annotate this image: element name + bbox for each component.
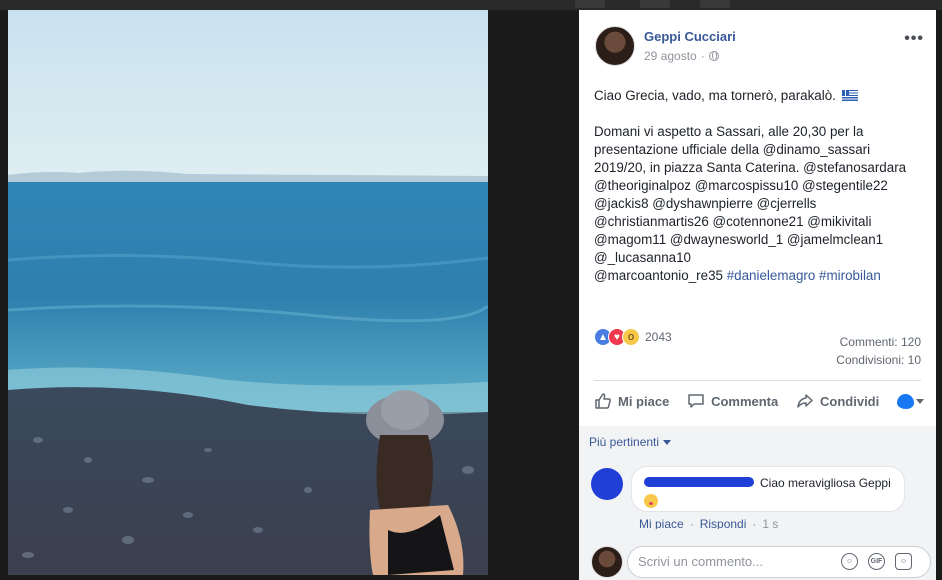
post-actions: Mi piace Commenta Condividi: [594, 388, 924, 414]
comment-input-tools: ☺ GIF ☺: [841, 553, 912, 570]
separator: ·: [689, 517, 694, 529]
more-options-button[interactable]: •••: [904, 30, 924, 48]
meta-separator: ·: [700, 49, 705, 63]
emoji-icon[interactable]: ☺: [841, 553, 858, 570]
separator: ·: [752, 517, 757, 529]
share-label: Condividi: [820, 393, 880, 409]
post-meta: 29 agosto ·: [644, 49, 719, 63]
top-bar-item: [575, 0, 605, 8]
current-user-avatar: [591, 546, 623, 578]
chevron-down-icon: [663, 439, 672, 445]
comment-filter-label: Più pertinenti: [589, 435, 660, 449]
shares-count[interactable]: Condivisioni: 10: [836, 351, 921, 369]
post-text-tail: @marcoantonio_re35: [594, 268, 723, 283]
post-text-mentions: Domani vi aspetto a Sassari, alle 20,30 …: [594, 124, 907, 265]
reaction-count: 2043: [645, 330, 672, 344]
comments-section: Più pertinenti Ciao meravigliosa Geppi M…: [579, 426, 936, 580]
post-text: Ciao Grecia, vado, ma tornerò, parakalò.…: [594, 87, 924, 285]
lightbox-top-bar: [0, 0, 942, 10]
thumbs-up-icon: [595, 393, 611, 409]
comment-icon: [688, 394, 704, 408]
comment-actions: Mi piace · Rispondi · 1 s: [639, 517, 778, 529]
wow-icon: o: [622, 328, 640, 346]
share-button[interactable]: Condividi: [796, 392, 879, 410]
comment-like-link[interactable]: Mi piace: [639, 517, 684, 529]
comment-button[interactable]: Commenta: [687, 392, 778, 410]
author-name[interactable]: Geppi Cucciari: [644, 29, 736, 44]
post-text-line1: Ciao Grecia, vado, ma tornerò, parakalò.: [594, 87, 924, 105]
top-bar-item: [700, 0, 730, 8]
post-text-body: Domani vi aspetto a Sassari, alle 20,30 …: [594, 123, 924, 285]
greek-flag-icon: [841, 90, 858, 101]
hashtag-link[interactable]: #mirobilan: [819, 268, 881, 283]
chevron-down-icon: [916, 398, 924, 404]
redacted-name: [644, 477, 754, 487]
comment-bubble: Ciao meravigliosa Geppi: [631, 466, 905, 512]
audience-selector[interactable]: [897, 393, 924, 409]
write-comment-row: Scrivi un commento... ☺ GIF ☺: [591, 546, 931, 580]
comment-text: Ciao meravigliosa Geppi: [760, 476, 891, 490]
top-bar-item: [640, 0, 670, 8]
comment-label: Commenta: [711, 393, 779, 409]
avatar-blob-icon: [897, 393, 914, 409]
hashtag-link[interactable]: #danielemagro: [727, 268, 816, 283]
sticker-icon[interactable]: ☺: [895, 553, 912, 570]
comments-count[interactable]: Commenti: 120: [836, 333, 921, 351]
share-icon: [797, 394, 813, 408]
post-header: Geppi Cucciari 29 agosto · •••: [595, 26, 924, 70]
like-button[interactable]: Mi piace: [594, 392, 669, 410]
post-text-greeting: Ciao Grecia, vado, ma tornerò, parakalò.: [594, 88, 836, 103]
comment-age[interactable]: 1 s: [762, 517, 778, 529]
author-avatar[interactable]: [595, 26, 635, 66]
comment-filter[interactable]: Più pertinenti: [589, 435, 672, 449]
post-photo[interactable]: [8, 10, 488, 575]
gif-icon[interactable]: GIF: [868, 553, 885, 570]
post-stats: Commenti: 120 Condivisioni: 10: [836, 333, 921, 369]
comment-reply-link[interactable]: Rispondi: [700, 517, 747, 529]
reactions-summary[interactable]: ▲ ♥ o 2043: [594, 328, 672, 346]
like-label: Mi piace: [618, 393, 670, 409]
kiss-emoji-icon: [644, 494, 658, 508]
commenter-avatar[interactable]: [591, 468, 623, 500]
post-panel: Geppi Cucciari 29 agosto · ••• Ciao Grec…: [579, 10, 936, 580]
globe-icon[interactable]: [708, 51, 719, 61]
post-date[interactable]: 29 agosto: [644, 49, 697, 63]
divider: [594, 380, 921, 381]
